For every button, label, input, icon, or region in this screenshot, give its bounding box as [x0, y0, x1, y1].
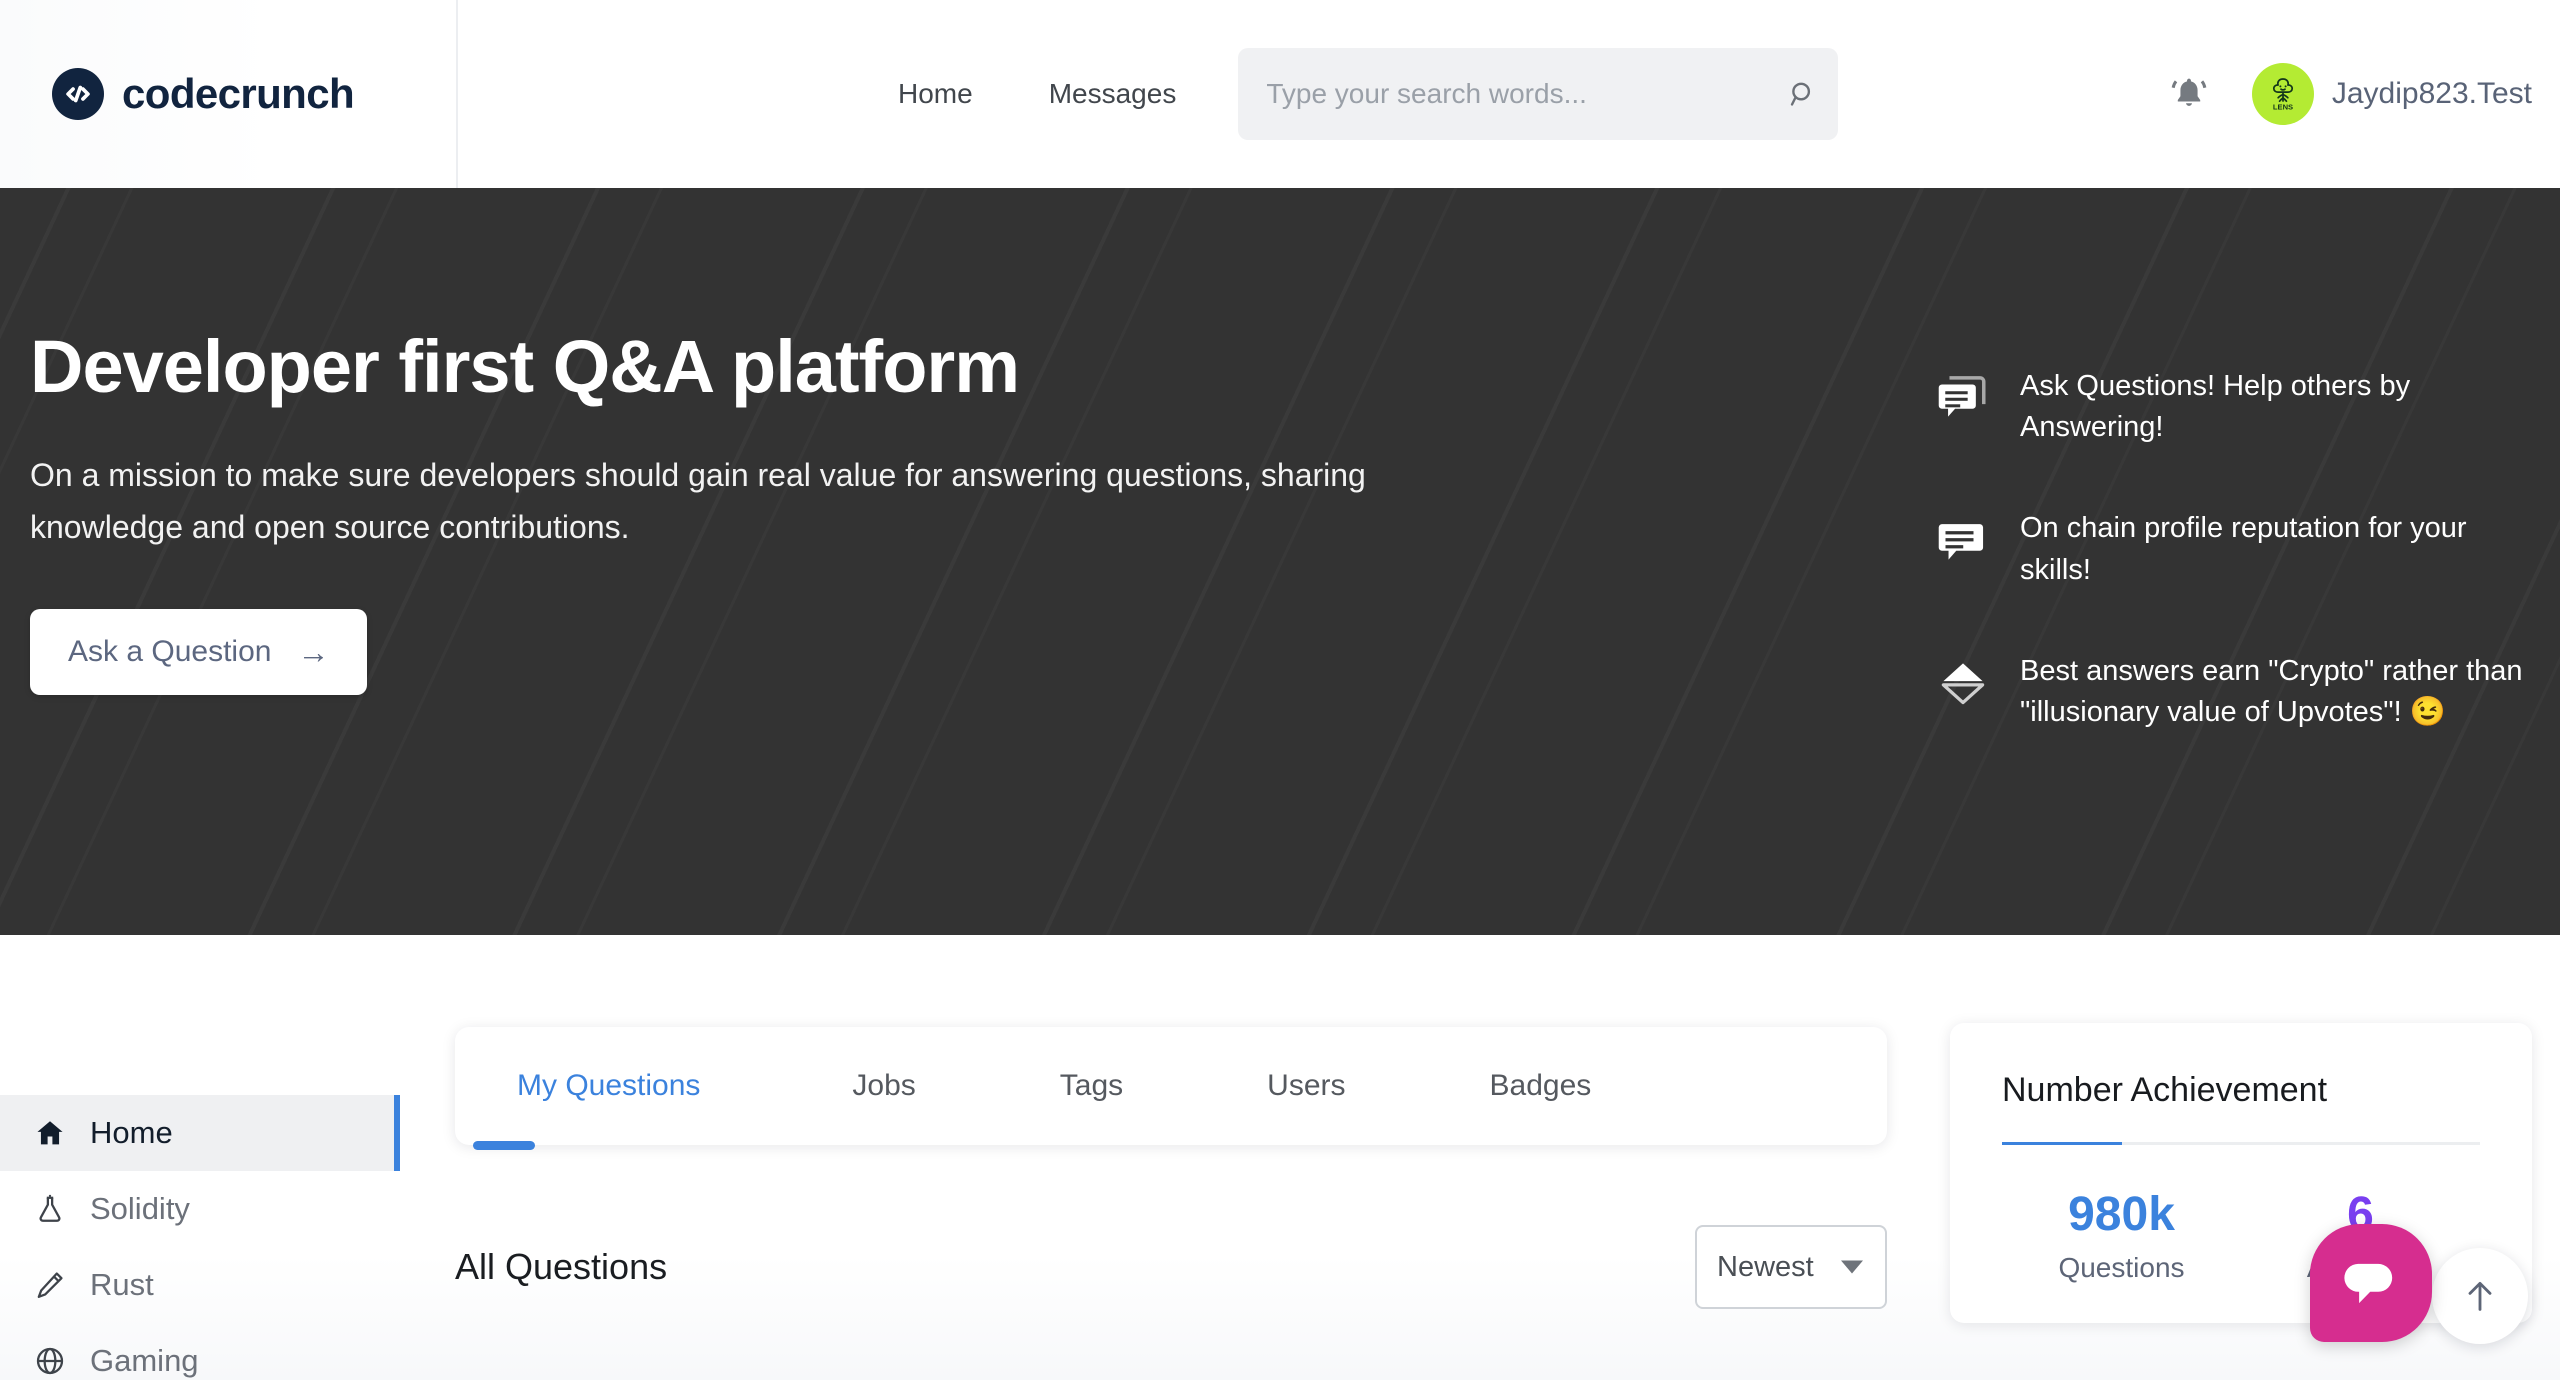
sidebar-item-label: Gaming — [90, 1343, 199, 1378]
active-tab-indicator — [473, 1141, 535, 1150]
questions-list-header: All Questions Newest — [455, 1225, 1887, 1309]
hero-feature-text: Best answers earn "Crypto" rather than "… — [2020, 654, 2523, 728]
stat-questions: 980k Questions — [2002, 1188, 2241, 1284]
globe-icon — [32, 1345, 68, 1377]
bell-icon[interactable] — [2154, 59, 2224, 129]
sort-dropdown[interactable]: Newest — [1695, 1225, 1887, 1309]
content-area: Home Solidity Rust Gaming My Questions J… — [0, 935, 2560, 1380]
hero-subtitle: On a mission to make sure developers sho… — [30, 456, 1366, 545]
house-icon — [32, 1117, 68, 1149]
chat-widget-icon — [2344, 1263, 2393, 1304]
tab-my-questions[interactable]: My Questions — [517, 1069, 780, 1103]
svg-text:LENS: LENS — [2273, 102, 2293, 111]
chat-bubble-outline-icon — [1932, 366, 1994, 426]
sidebar-nav: Home Solidity Rust Gaming — [0, 1095, 400, 1380]
tab-badges[interactable]: Badges — [1418, 1069, 1664, 1103]
search-box[interactable] — [1238, 48, 1839, 140]
hero-feature-item: On chain profile reputation for your ski… — [1932, 508, 2542, 590]
search-icon[interactable] — [1768, 79, 1838, 109]
lens-avatar-icon[interactable]: LENS — [2251, 63, 2314, 125]
tab-jobs[interactable]: Jobs — [780, 1069, 987, 1103]
page-title: All Questions — [455, 1246, 668, 1287]
brand-logo[interactable]: codecrunch — [52, 68, 355, 120]
arrow-right-icon: → — [297, 634, 330, 671]
hero-feature-text: On chain profile reputation for your ski… — [2020, 512, 2467, 586]
sidebar-item-gaming[interactable]: Gaming — [0, 1323, 400, 1380]
nav-link-home[interactable]: Home — [860, 78, 1011, 110]
hero-title: Developer first Q&A platform — [30, 325, 1020, 408]
upvote-downvote-icon — [1932, 651, 1994, 711]
brand-name: codecrunch — [122, 70, 355, 117]
ask-a-question-button[interactable]: Ask a Question → — [30, 609, 368, 696]
hero-feature-item: Ask Questions! Help others by Answering! — [1932, 366, 2542, 448]
sidebar-item-home[interactable]: Home — [0, 1095, 400, 1171]
sidebar-item-label: Solidity — [90, 1191, 190, 1226]
flask-icon — [32, 1193, 68, 1225]
achievement-divider — [2002, 1142, 2480, 1145]
tab-bar: My Questions Jobs Tags Users Badges — [455, 1027, 1887, 1150]
nav-link-messages[interactable]: Messages — [1011, 78, 1215, 110]
page-root: codecrunch Home Messages Type your searc… — [0, 0, 2560, 1380]
chat-bubble-filled-icon — [1932, 508, 1994, 568]
sort-selected-value: Newest — [1717, 1250, 1814, 1283]
hero-section: Developer first Q&A platform On a missio… — [0, 188, 2560, 935]
hero-feature-text: Ask Questions! Help others by Answering! — [2020, 370, 2411, 444]
arrow-up-icon — [2468, 1281, 2492, 1311]
hero-copy: Developer first Q&A platform On a missio… — [30, 325, 1590, 696]
scroll-to-top-button[interactable] — [2432, 1248, 2528, 1344]
sidebar-item-label: Rust — [90, 1267, 154, 1302]
achievement-title: Number Achievement — [2002, 1071, 2328, 1109]
search-input[interactable] — [1238, 48, 1769, 140]
app-header: codecrunch Home Messages Type your searc… — [0, 0, 2560, 188]
stat-questions-value: 980k — [2068, 1188, 2175, 1241]
achievement-divider-accent — [2002, 1142, 2122, 1145]
ask-a-question-label: Ask a Question — [68, 635, 272, 669]
tab-users[interactable]: Users — [1195, 1069, 1417, 1103]
chevron-down-icon — [1841, 1260, 1863, 1274]
sidebar-item-rust[interactable]: Rust — [0, 1247, 400, 1323]
user-zone: LENS Jaydip823.Test — [2154, 0, 2532, 188]
pencil-icon — [32, 1269, 68, 1301]
hero-features: Ask Questions! Help others by Answering!… — [1932, 366, 2542, 733]
sidebar-item-solidity[interactable]: Solidity — [0, 1171, 400, 1247]
stat-questions-label: Questions — [2058, 1251, 2185, 1283]
code-brackets-icon — [52, 68, 104, 120]
hero-feature-item: Best answers earn "Crypto" rather than "… — [1932, 651, 2542, 733]
username-label[interactable]: Jaydip823.Test — [2332, 77, 2532, 111]
chat-widget-button[interactable] — [2310, 1224, 2432, 1342]
sidebar-item-label: Home — [90, 1115, 173, 1150]
logo-zone: codecrunch — [0, 0, 458, 188]
tab-tags[interactable]: Tags — [988, 1069, 1195, 1103]
